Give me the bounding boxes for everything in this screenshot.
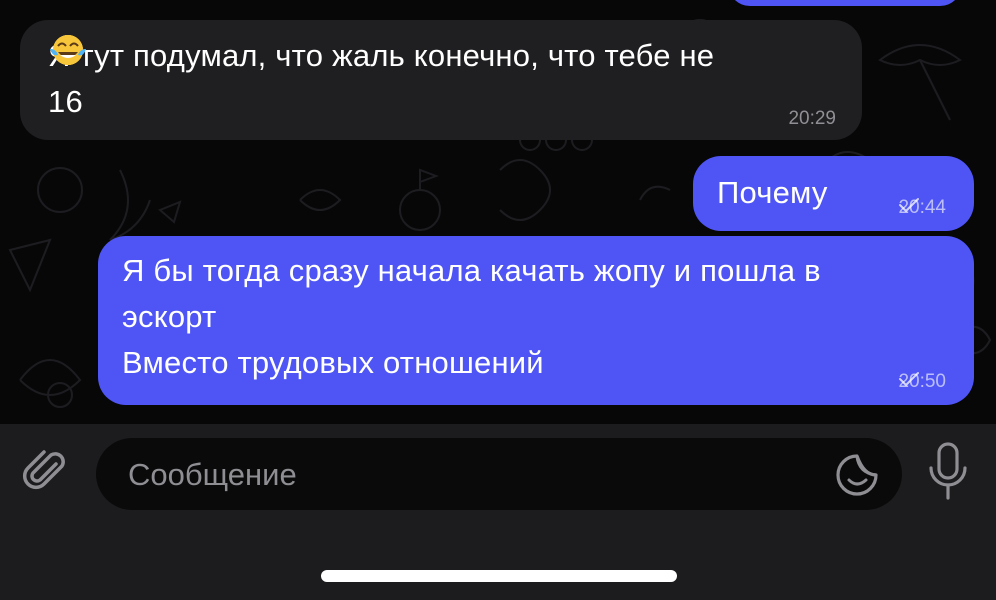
face-with-tears-of-joy-icon — [50, 35, 177, 118]
face-with-tears-of-joy-icon — [50, 35, 127, 118]
microphone-icon — [926, 440, 970, 509]
message-bubble-outgoing[interactable]: Я бы тогда сразу начала качать жопу и по… — [98, 236, 974, 405]
voice-record-button[interactable] — [920, 440, 976, 508]
message-text: Почему — [717, 175, 828, 210]
message-input[interactable] — [126, 438, 820, 512]
sticker-icon — [834, 454, 880, 502]
sticker-button[interactable] — [834, 452, 880, 498]
message-input-container[interactable] — [96, 438, 902, 512]
message-bubble-incoming[interactable]: Я тут подумал, что жаль конечно, что теб… — [20, 20, 862, 140]
face-with-tears-of-joy-icon — [50, 35, 227, 118]
chat-screen: Я тут подумал, что жаль конечно, что теб… — [0, 0, 996, 600]
paperclip-icon — [20, 446, 72, 503]
message-bubble-outgoing[interactable]: Почему 20:44 — [693, 156, 974, 231]
message-meta: 20:50 — [898, 371, 952, 393]
message-text: Я бы тогда сразу начала качать жопу и по… — [122, 253, 821, 380]
attach-button[interactable] — [16, 444, 76, 504]
time-label: 20:29 — [788, 108, 836, 129]
previous-message-bubble — [728, 0, 962, 6]
home-indicator[interactable] — [321, 570, 677, 582]
message-composer — [0, 424, 996, 600]
message-meta: 20:44 — [898, 197, 952, 219]
chat-background: Я тут подумал, что жаль конечно, что теб… — [0, 0, 996, 424]
message-text: Я тут подумал, что жаль конечно, что теб… — [48, 33, 848, 125]
message-time: 20:29 — [788, 108, 836, 130]
